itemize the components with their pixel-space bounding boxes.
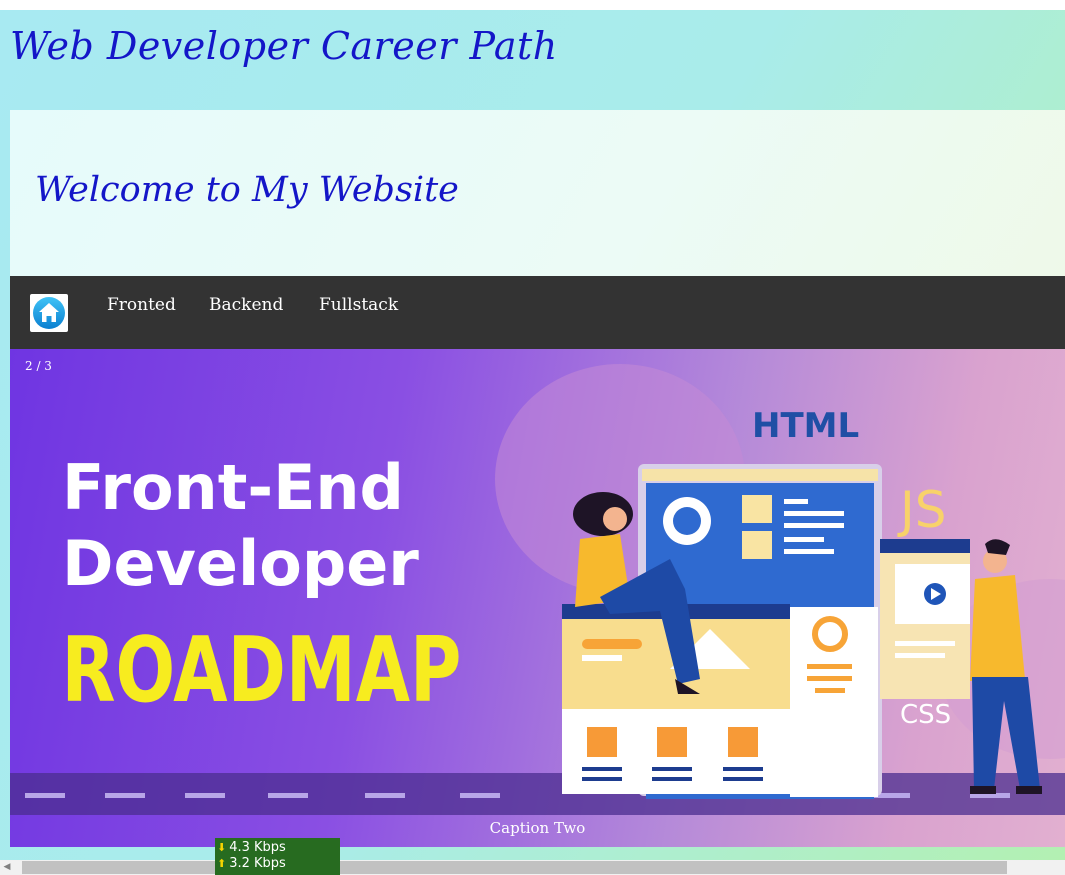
nav-link-fronted[interactable]: Fronted — [107, 295, 176, 315]
browser-window-small — [880, 539, 970, 699]
scroll-left-icon[interactable]: ◀ — [2, 862, 12, 873]
slideshow[interactable]: Front-End Developer ROADMAP HTML JS CSS — [10, 349, 1065, 847]
nav-link-backend[interactable]: Backend — [209, 295, 283, 315]
white-panel — [790, 607, 878, 797]
home-button[interactable] — [30, 294, 68, 332]
slide-headline-1: Front-End — [62, 451, 404, 524]
slide-caption: Caption Two — [489, 819, 586, 837]
network-speed-meter: ⬇ 4.3 Kbps ⬆ 3.2 Kbps — [215, 838, 340, 875]
download-arrow-icon: ⬇ — [217, 841, 227, 854]
nav-link-fullstack[interactable]: Fullstack — [319, 295, 398, 315]
site-title: Web Developer Career Path — [10, 24, 558, 68]
download-speed-row: ⬇ 4.3 Kbps — [215, 840, 340, 856]
slide-headline-2: Developer — [62, 527, 419, 600]
navbar: Fronted Backend Fullstack — [10, 276, 1065, 349]
slide-headline-3: ROADMAP — [61, 618, 461, 723]
upload-arrow-icon: ⬆ — [217, 857, 227, 870]
upload-speed-row: ⬆ 3.2 Kbps — [215, 856, 340, 872]
welcome-title: Welcome to My Website — [35, 170, 459, 210]
download-speed: 4.3 Kbps — [229, 840, 286, 855]
scrollbar-thumb[interactable] — [22, 861, 1007, 874]
home-icon — [33, 297, 65, 329]
slide-counter: 2 / 3 — [25, 359, 52, 373]
page-background: Web Developer Career Path Welcome to My … — [0, 10, 1065, 860]
upload-speed: 3.2 Kbps — [229, 856, 286, 871]
label-html: HTML — [752, 406, 859, 446]
horizontal-scrollbar[interactable]: ◀ — [0, 860, 1065, 875]
label-js: JS — [897, 481, 946, 539]
label-css: CSS — [900, 700, 951, 730]
welcome-banner: Welcome to My Website — [10, 110, 1065, 276]
slide-image: Front-End Developer ROADMAP HTML JS CSS — [10, 364, 1065, 815]
